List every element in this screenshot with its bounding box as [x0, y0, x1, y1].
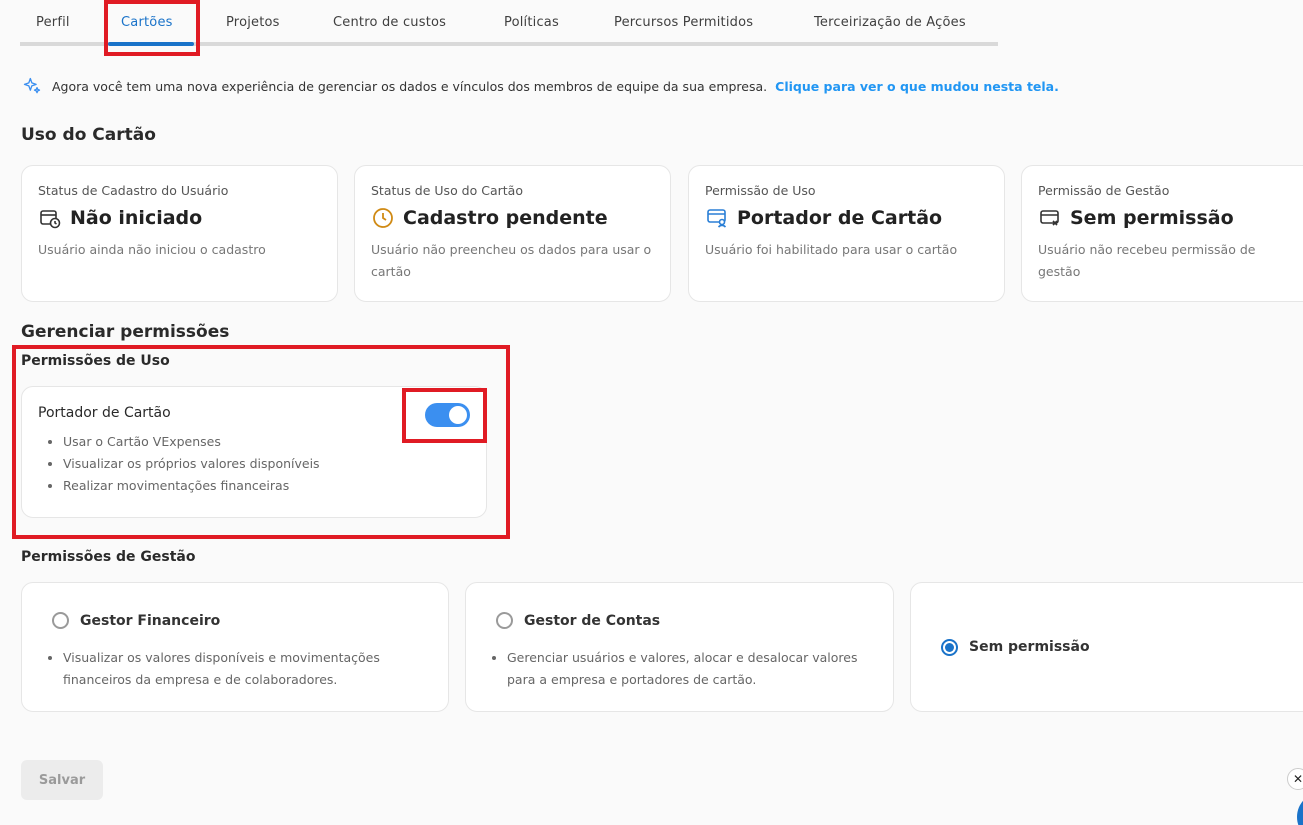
- status-card-permissao-gestao: Permissão de Gestão Sem permissão Usuári…: [1021, 165, 1303, 302]
- status-card-desc: Usuário foi habilitado para usar o cartã…: [705, 242, 958, 257]
- tab-centro-de-custos[interactable]: Centro de custos: [333, 0, 446, 42]
- option-label: Gestor de Contas: [524, 612, 661, 629]
- radio-gestor-contas[interactable]: [496, 612, 513, 629]
- banner-link[interactable]: Clique para ver o que mudou nesta tela.: [775, 79, 1059, 94]
- status-card-desc: Usuário ainda não iniciou o cadastro: [38, 242, 266, 257]
- option-label: Gestor Financeiro: [80, 612, 221, 629]
- radio-gestor-financeiro[interactable]: [52, 612, 69, 629]
- option-label: Sem permissão: [969, 639, 1090, 655]
- option-desc-list: Visualizar os valores disponíveis e movi…: [42, 647, 428, 691]
- permission-card-portador: Portador de Cartão Usar o Cartão VExpens…: [21, 386, 487, 518]
- status-card-value: Portador de Cartão: [737, 207, 943, 229]
- status-card-label: Permissão de Uso: [705, 183, 816, 198]
- list-item: Visualizar os valores disponíveis e movi…: [63, 647, 428, 691]
- calendar-clock-icon: [38, 206, 62, 230]
- card-x-icon: [1038, 206, 1062, 230]
- permission-card-title: Portador de Cartão: [38, 405, 171, 421]
- banner-text: Agora você tem uma nova experiência de g…: [52, 78, 768, 94]
- tab-cartoes[interactable]: Cartões: [121, 0, 173, 42]
- clock-icon: [371, 206, 395, 230]
- status-card-desc: Usuário não recebeu permissão de gestão: [1038, 242, 1256, 279]
- tab-bar: Perfil Cartões Projetos Centro de custos…: [20, 0, 998, 46]
- list-item: Realizar movimentações financeiras: [63, 475, 470, 497]
- permission-list: Usar o Cartão VExpenses Visualizar os pr…: [38, 431, 470, 497]
- list-item: Usar o Cartão VExpenses: [63, 431, 470, 453]
- info-banner: Agora você tem uma nova experiência de g…: [22, 76, 1059, 96]
- mgmt-option-gestor-contas[interactable]: Gestor de Contas Gerenciar usuários e va…: [465, 582, 894, 712]
- close-icon[interactable]: ✕: [1287, 768, 1303, 790]
- list-item: Visualizar os próprios valores disponíve…: [63, 453, 470, 475]
- tab-terceirizacao-de-acoes[interactable]: Terceirização de Ações: [814, 0, 966, 42]
- manage-section-title: Gerenciar permissões: [21, 322, 230, 342]
- portador-toggle[interactable]: [425, 403, 470, 427]
- list-item: Gerenciar usuários e valores, alocar e d…: [507, 647, 873, 691]
- card-user-icon: [705, 206, 729, 230]
- status-card-value: Cadastro pendente: [403, 207, 608, 229]
- status-card-label: Status de Uso do Cartão: [371, 183, 523, 198]
- tab-perfil[interactable]: Perfil: [36, 0, 70, 42]
- active-tab-indicator: [108, 42, 194, 46]
- tab-percursos-permitidos[interactable]: Percursos Permitidos: [614, 0, 753, 42]
- save-button[interactable]: Salvar: [21, 760, 103, 800]
- tab-politicas[interactable]: Políticas: [504, 0, 559, 42]
- mgmt-option-sem-permissao[interactable]: Sem permissão: [910, 582, 1303, 712]
- usage-section-title: Uso do Cartão: [21, 125, 156, 145]
- mgmt-option-gestor-financeiro[interactable]: Gestor Financeiro Visualizar os valores …: [21, 582, 449, 712]
- status-card-uso: Status de Uso do Cartão Cadastro pendent…: [354, 165, 671, 302]
- toggle-knob: [449, 406, 467, 424]
- status-card-cadastro: Status de Cadastro do Usuário Não inicia…: [21, 165, 338, 302]
- status-card-permissao-uso: Permissão de Uso Portador de Cartão Usuá…: [688, 165, 1005, 302]
- status-card-value: Sem permissão: [1070, 207, 1234, 229]
- sparkle-icon: [23, 77, 41, 94]
- use-permissions-title: Permissões de Uso: [21, 353, 170, 369]
- chat-widget-button[interactable]: [1297, 792, 1303, 825]
- option-desc-list: Gerenciar usuários e valores, alocar e d…: [486, 647, 873, 691]
- status-card-label: Status de Cadastro do Usuário: [38, 183, 229, 198]
- status-card-label: Permissão de Gestão: [1038, 183, 1170, 198]
- radio-sem-permissao[interactable]: [941, 638, 958, 656]
- status-card-value: Não iniciado: [70, 207, 203, 229]
- status-card-desc: Usuário não preencheu os dados para usar…: [371, 242, 652, 279]
- tab-projetos[interactable]: Projetos: [226, 0, 280, 42]
- management-permissions-title: Permissões de Gestão: [21, 549, 196, 565]
